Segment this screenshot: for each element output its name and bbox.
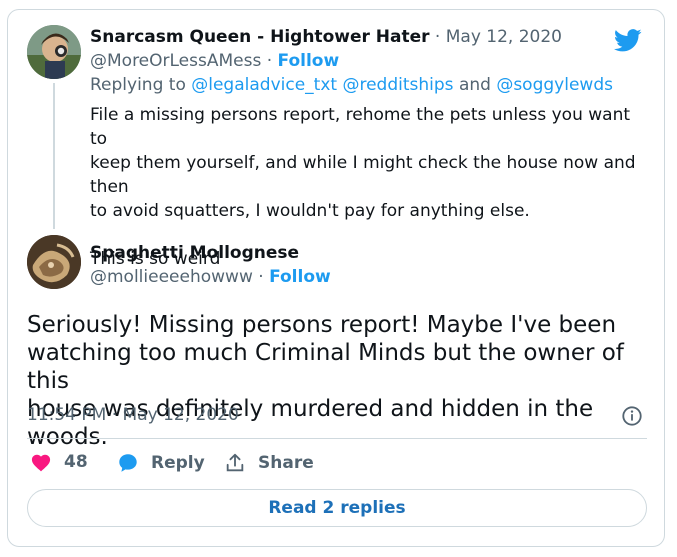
read-replies-button[interactable]: Read 2 replies <box>27 489 647 527</box>
read-replies-label: Read 2 replies <box>268 498 406 518</box>
display-name[interactable]: Spaghetti Mollognese <box>90 243 299 263</box>
divider <box>27 438 647 439</box>
avatar-image <box>27 235 81 289</box>
mention-link[interactable]: @redditships <box>342 75 453 95</box>
tweet-line: Seriously! Missing persons report! Maybe… <box>27 312 617 338</box>
like-button[interactable]: 48 <box>30 452 88 472</box>
display-name[interactable]: Snarcasm Queen - Hightower Hater <box>90 27 430 47</box>
share-icon <box>226 453 244 472</box>
twitter-bird-icon[interactable] <box>611 26 645 54</box>
like-count: 48 <box>64 452 88 472</box>
share-label: Share <box>258 453 314 473</box>
thread-line <box>53 83 55 229</box>
avatar-image <box>27 25 81 79</box>
tweet-line: keep them yourself, and while I might ch… <box>90 153 636 197</box>
follow-button[interactable]: Follow <box>278 51 340 71</box>
separator: · <box>261 51 278 71</box>
separator: · <box>429 27 446 47</box>
info-icon[interactable] <box>621 405 643 427</box>
avatar[interactable] <box>27 25 81 79</box>
tweet-timestamp[interactable]: 11:54 PM · May 12, 2020 <box>27 405 239 425</box>
replying-to: Replying to @legaladvice_txt @redditship… <box>90 75 613 95</box>
tweet-line: watching too much Criminal Minds but the… <box>27 340 624 394</box>
heart-icon <box>31 454 51 472</box>
handle[interactable]: @MoreOrLessAMess <box>90 51 261 71</box>
conjunction: and <box>458 75 491 95</box>
reply-button[interactable]: Reply <box>117 452 205 474</box>
tweet-date[interactable]: May 12, 2020 <box>446 27 562 47</box>
handle[interactable]: @mollieeeehowww <box>90 267 253 287</box>
tweet-body: Seriously! Missing persons report! Maybe… <box>27 311 647 451</box>
separator: · <box>252 267 270 287</box>
tweet-line: to avoid squatters, I wouldn't pay for a… <box>90 201 530 221</box>
tweet-line: File a missing persons report, rehome th… <box>90 105 631 149</box>
share-button[interactable]: Share <box>224 452 314 474</box>
replying-to-label: Replying to <box>90 75 186 95</box>
speech-bubble-icon <box>119 454 137 472</box>
follow-button[interactable]: Follow <box>269 267 331 287</box>
mention-link[interactable]: @soggylewds <box>496 75 613 95</box>
avatar[interactable] <box>27 235 81 289</box>
mention-link[interactable]: @legaladvice_txt <box>191 75 337 95</box>
reply-label: Reply <box>151 453 205 473</box>
